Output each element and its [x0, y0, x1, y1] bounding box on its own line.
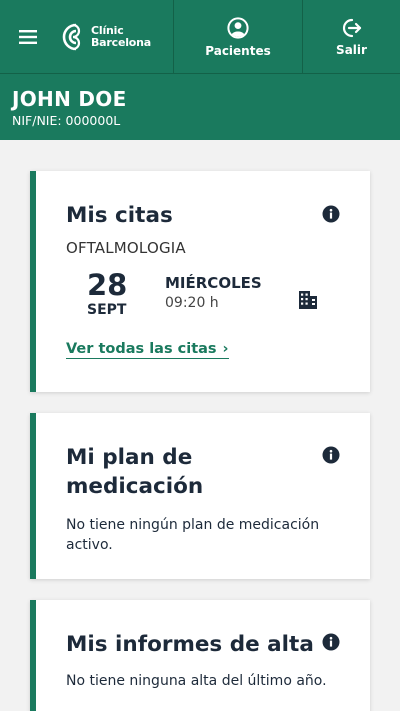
clinic-logo[interactable]: Clínic Barcelona [56, 0, 173, 74]
logout-button[interactable]: Salir [302, 0, 400, 74]
chevron-right-icon: › [222, 341, 229, 357]
appointment-item: 28 SEPT MIÉRCOLES 09:20 h [66, 268, 338, 338]
logo-text: Clínic Barcelona [91, 25, 151, 49]
logo-line2: Barcelona [91, 36, 151, 49]
ver-todas-citas-label: Ver todas las citas [66, 341, 217, 357]
appointment-weekday: MIÉRCOLES [165, 274, 262, 292]
informes-text: No tiene ninguna alta del último año. [66, 673, 327, 689]
citas-title: Mis citas [66, 203, 173, 228]
pacientes-label: Pacientes [205, 43, 271, 58]
appointment-day: 28 [87, 268, 128, 302]
clinic-logo-icon [62, 23, 81, 51]
logout-icon [342, 18, 361, 37]
pacientes-button[interactable]: Pacientes [173, 0, 302, 74]
medicacion-title-line1: Mi plan de [66, 445, 193, 470]
medicacion-card: Mi plan de medicación No tiene ningún pl… [30, 413, 370, 579]
info-icon[interactable] [322, 446, 340, 464]
appointment-month: SEPT [87, 302, 127, 318]
appointment-specialty: OFTALMOLOGIA [66, 239, 186, 257]
citas-card: Mis citas OFTALMOLOGIA 28 SEPT MIÉRCOLES… [30, 171, 370, 392]
ver-todas-citas-link[interactable]: Ver todas las citas › [66, 341, 229, 359]
top-nav-bar: Clínic Barcelona Pacientes Salir [0, 0, 400, 74]
patient-id: NIF/NIE: 000000L [12, 113, 121, 128]
hamburger-icon [19, 30, 37, 44]
info-icon[interactable] [322, 205, 340, 223]
informes-title: Mis informes de alta [66, 632, 314, 657]
medicacion-title: Mi plan de medicación [66, 443, 338, 501]
user-circle-icon [227, 16, 249, 39]
medicacion-title-line2: medicación [66, 474, 204, 499]
salir-label: Salir [336, 42, 367, 57]
appointment-time: 09:20 h [165, 295, 219, 311]
info-icon[interactable] [322, 633, 340, 651]
medicacion-text: No tiene ningún plan de medicación activ… [66, 517, 320, 553]
building-icon [299, 291, 317, 309]
menu-button[interactable] [0, 0, 56, 74]
patient-name: JOHN DOE [12, 87, 127, 111]
patient-header: JOHN DOE NIF/NIE: 000000L [0, 74, 400, 140]
informes-card: Mis informes de alta No tiene ninguna al… [30, 600, 370, 711]
